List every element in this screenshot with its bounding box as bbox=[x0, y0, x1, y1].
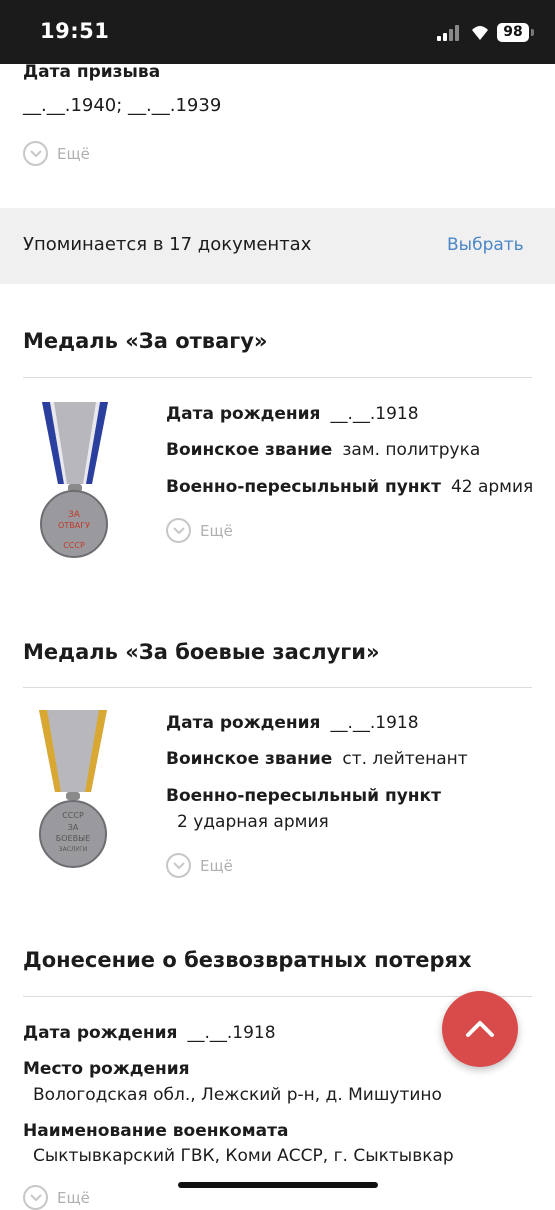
more-button-card2[interactable]: Ещё bbox=[166, 853, 233, 878]
medal-combat-merit-image[interactable]: СССР ЗА БОЕВЫЕ ЗАСЛУГИ bbox=[25, 708, 121, 870]
conscription-label: Дата призыва bbox=[23, 62, 161, 82]
birthplace-label: Место рождения bbox=[23, 1059, 190, 1079]
card-title-medal-combat-merit[interactable]: Медаль «За боевые заслуги» bbox=[23, 640, 380, 664]
birth-row-1: Дата рождения __.__.1918 bbox=[166, 404, 419, 424]
conscription-value: __.__.1940; __.__.1939 bbox=[23, 95, 222, 116]
rank-row-1: Воинское звание зам. политрука bbox=[166, 440, 480, 460]
chevron-down-icon bbox=[23, 141, 48, 166]
wifi-icon bbox=[472, 26, 488, 40]
point-label: Военно-пересыльный пункт bbox=[166, 477, 441, 497]
card-title-medal-valor[interactable]: Медаль «За отвагу» bbox=[23, 329, 268, 353]
medal-text-2: ЗА bbox=[68, 823, 79, 832]
divider bbox=[23, 687, 532, 688]
military-office-label: Наименование военкомата bbox=[23, 1121, 289, 1141]
more-label: Ещё bbox=[57, 1188, 90, 1207]
card-title-loss-report[interactable]: Донесение о безвозвратных потерях bbox=[23, 948, 472, 972]
birth-row-3: Дата рождения __.__.1918 bbox=[23, 1023, 276, 1043]
more-button-top[interactable]: Ещё bbox=[23, 141, 90, 166]
divider bbox=[23, 377, 532, 378]
rank-value: зам. политрука bbox=[342, 440, 481, 460]
birth-label: Дата рождения bbox=[166, 404, 321, 424]
more-label: Ещё bbox=[200, 856, 233, 875]
medal-valor-image[interactable]: ЗА ОТВАГУ СССР bbox=[28, 400, 120, 562]
rank-label: Воинское звание bbox=[166, 749, 333, 769]
more-label: Ещё bbox=[57, 144, 90, 163]
divider bbox=[23, 996, 532, 997]
birth-value: __.__.1918 bbox=[330, 713, 419, 733]
point-label: Военно-пересыльный пункт bbox=[166, 786, 441, 806]
mentions-bar: Упоминается в 17 документах Выбрать bbox=[0, 208, 555, 284]
birth-value: __.__.1918 bbox=[187, 1023, 276, 1043]
chevron-down-icon bbox=[166, 853, 191, 878]
medal-text-3: СССР bbox=[63, 541, 85, 550]
more-button-card3[interactable]: Ещё bbox=[23, 1185, 90, 1210]
chevron-up-icon bbox=[466, 1021, 494, 1037]
chevron-down-icon bbox=[166, 518, 191, 543]
medal-text-3: БОЕВЫЕ bbox=[56, 834, 90, 843]
more-button-card1[interactable]: Ещё bbox=[166, 518, 233, 543]
mentions-count-text: Упоминается в 17 документах bbox=[23, 234, 312, 255]
chevron-down-icon bbox=[23, 1185, 48, 1210]
medal-text-4: ЗАСЛУГИ bbox=[59, 846, 87, 853]
battery-icon: 98 bbox=[497, 23, 529, 42]
rank-value: ст. лейтенант bbox=[342, 749, 468, 769]
rank-label: Воинское звание bbox=[166, 440, 333, 460]
more-label: Ещё bbox=[200, 521, 233, 540]
point-value: 42 армия bbox=[450, 477, 534, 497]
birth-label: Дата рождения bbox=[166, 713, 321, 733]
medal-text-1: СССР bbox=[62, 811, 84, 820]
birth-value: __.__.1918 bbox=[330, 404, 419, 424]
medal-text-2: ОТВАГУ bbox=[58, 521, 90, 530]
birth-label: Дата рождения bbox=[23, 1023, 178, 1043]
home-indicator[interactable] bbox=[178, 1182, 378, 1188]
birthplace-value: Вологодская обл., Лежский р-н, д. Мишути… bbox=[33, 1085, 442, 1105]
point-value: 2 ударная армия bbox=[177, 812, 329, 832]
battery-tip bbox=[531, 29, 534, 36]
point-row-1: Военно-пересыльный пункт 42 армия bbox=[166, 477, 533, 497]
status-time: 19:51 bbox=[40, 19, 110, 43]
status-bar: 19:51 98 bbox=[0, 0, 555, 64]
birth-row-2: Дата рождения __.__.1918 bbox=[166, 713, 419, 733]
select-link[interactable]: Выбрать bbox=[447, 235, 524, 255]
medal-text-1: ЗА bbox=[68, 510, 81, 520]
cellular-signal-icon bbox=[437, 25, 463, 41]
rank-row-2: Воинское звание ст. лейтенант bbox=[166, 749, 468, 769]
scroll-to-top-button[interactable] bbox=[442, 991, 518, 1067]
military-office-value: Сыктывкарский ГВК, Коми АССР, г. Сыктывк… bbox=[33, 1146, 454, 1166]
